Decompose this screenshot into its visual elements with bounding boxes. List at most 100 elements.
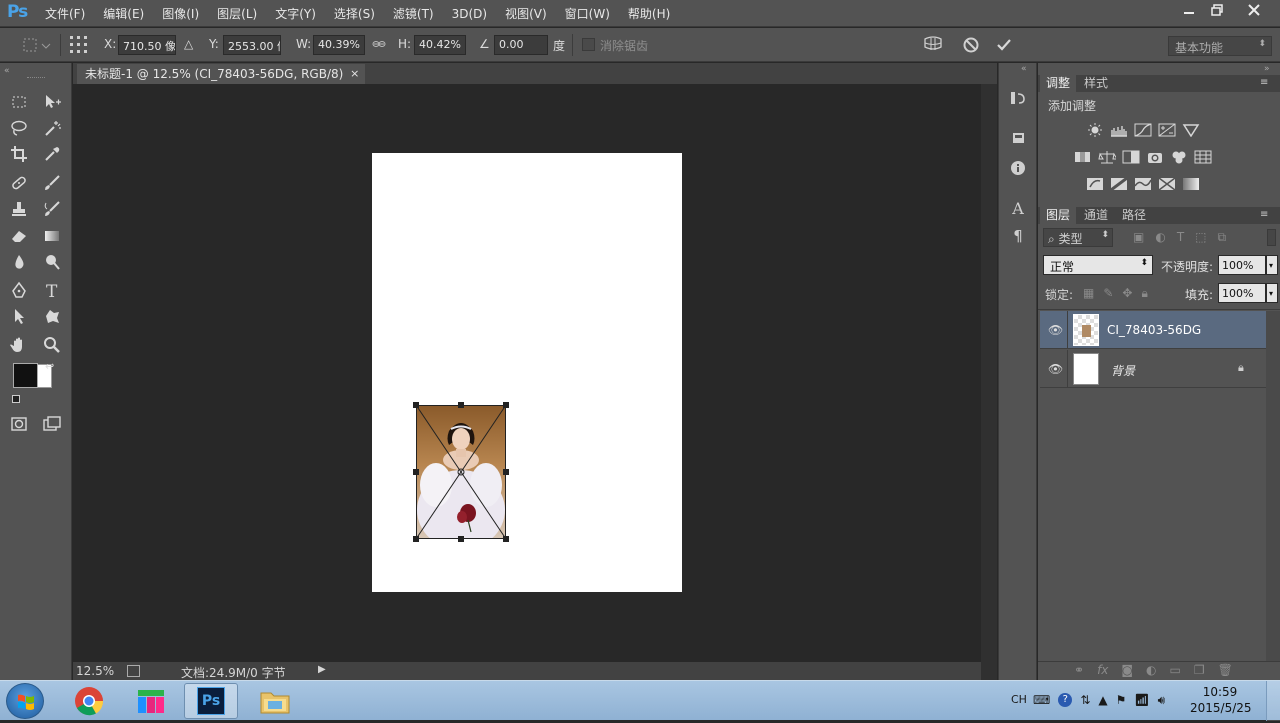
fill-field[interactable]: 100% (1218, 283, 1266, 303)
x-position-field[interactable]: 710.50 像 (118, 35, 176, 55)
brush-tool[interactable] (40, 172, 64, 194)
width-scale-field[interactable]: 40.39% (313, 35, 365, 55)
menu-layer[interactable]: 图层(L) (208, 5, 266, 22)
zoom-level[interactable]: 12.5% (76, 664, 114, 678)
color-lookup-icon[interactable] (1194, 150, 1212, 164)
new-adjustment-icon[interactable]: ◐ (1146, 663, 1156, 677)
lock-transparency-icon[interactable]: ▦ (1083, 286, 1094, 301)
tab-channels[interactable]: 通道 (1078, 207, 1114, 224)
y-position-field[interactable]: 2553.00 像 (223, 35, 281, 55)
vertical-scrollbar[interactable] (981, 84, 997, 662)
link-layers-icon[interactable]: ⚭ (1074, 663, 1084, 677)
visibility-eye-icon[interactable]: 👁︎ (1048, 362, 1063, 376)
tab-paths[interactable]: 路径 (1116, 207, 1152, 224)
link-icon[interactable] (372, 37, 386, 54)
transform-handle-right[interactable] (503, 469, 509, 475)
healing-brush-tool[interactable] (7, 172, 31, 194)
rotation-angle-field[interactable]: 0.00 (494, 35, 548, 55)
layer-name[interactable]: 背景 (1111, 362, 1135, 379)
close-tab-icon[interactable]: × (350, 64, 359, 84)
channel-mixer-icon[interactable] (1170, 150, 1188, 164)
threshold-icon[interactable] (1134, 177, 1152, 191)
taskbar-chrome[interactable] (62, 683, 116, 719)
new-layer-icon[interactable]: ❐ (1194, 663, 1205, 677)
pen-tool[interactable] (7, 279, 31, 301)
delta-icon[interactable]: △ (184, 37, 193, 51)
menu-help[interactable]: 帮助(H) (619, 5, 679, 22)
levels-icon[interactable] (1110, 123, 1128, 137)
tab-layers[interactable]: 图层 (1040, 207, 1077, 224)
photo-filter-icon[interactable] (1146, 150, 1164, 164)
marquee-tool[interactable] (7, 91, 31, 113)
lock-pixels-icon[interactable]: ✎ (1103, 286, 1113, 301)
lock-position-icon[interactable]: ✥ (1122, 286, 1132, 301)
info-panel-icon[interactable] (1008, 158, 1028, 178)
layer-row-selected[interactable]: 👁︎ CI_78403-56DG (1040, 311, 1266, 349)
lock-all-icon[interactable]: 🔒︎ (1141, 286, 1147, 301)
dodge-tool[interactable] (40, 251, 64, 273)
volume-icon[interactable]: 🔊︎ (1158, 693, 1166, 708)
3d-panel-icon[interactable] (1008, 128, 1028, 148)
transform-handle-top-left[interactable] (413, 402, 419, 408)
filter-pixel-icon[interactable]: ▣ (1133, 230, 1144, 245)
tab-adjustments[interactable]: 调整 (1040, 75, 1077, 92)
help-icon[interactable]: ? (1058, 693, 1073, 707)
black-white-icon[interactable] (1122, 150, 1140, 164)
blend-mode-select[interactable]: 正常 ⬍ (1043, 255, 1153, 275)
history-panel-icon[interactable] (1008, 88, 1028, 108)
custom-shape-tool[interactable] (40, 305, 64, 327)
transform-handle-left[interactable] (413, 469, 419, 475)
tool-preset-picker[interactable] (22, 36, 52, 54)
layers-panel-menu-icon[interactable]: ≡ (1260, 209, 1268, 220)
fill-dropdown-arrow-icon[interactable]: ▾ (1266, 283, 1278, 303)
hue-saturation-icon[interactable] (1074, 150, 1092, 164)
opacity-dropdown-arrow-icon[interactable]: ▾ (1266, 255, 1278, 275)
delete-layer-icon[interactable]: 🗑︎ (1218, 663, 1233, 677)
layer-row[interactable]: 👁︎ 背景 🔒︎ (1040, 350, 1266, 388)
vibrance-icon[interactable] (1182, 123, 1200, 137)
tab-styles[interactable]: 样式 (1078, 75, 1114, 92)
layer-name[interactable]: CI_78403-56DG (1107, 323, 1201, 337)
screen-mode-button[interactable] (40, 413, 64, 435)
menu-view[interactable]: 视图(V) (496, 5, 556, 22)
show-desktop-button[interactable] (1266, 681, 1280, 721)
curves-icon[interactable] (1134, 123, 1152, 137)
transform-handle-top[interactable] (458, 402, 464, 408)
settings-small-icon[interactable]: ⇅ (1080, 693, 1090, 708)
crop-tool[interactable] (7, 143, 31, 165)
transform-handle-bottom-right[interactable] (503, 536, 509, 542)
start-button[interactable] (6, 683, 44, 719)
menu-filter[interactable]: 滤镜(T) (384, 5, 443, 22)
ime-indicator[interactable]: CH (1011, 693, 1027, 706)
lasso-tool[interactable] (7, 117, 31, 139)
close-window-button[interactable] (1236, 0, 1272, 20)
hand-tool[interactable] (7, 334, 31, 356)
warp-toggle-button[interactable] (922, 35, 944, 55)
transform-handle-top-right[interactable] (503, 402, 509, 408)
menu-3d[interactable]: 3D(D) (443, 7, 496, 21)
filter-adjustment-icon[interactable]: ◐ (1155, 230, 1165, 245)
clone-stamp-tool[interactable] (7, 198, 31, 220)
transform-handle-bottom-left[interactable] (413, 536, 419, 542)
expand-dock-icon[interactable]: « (1021, 64, 1027, 74)
menu-select[interactable]: 选择(S) (325, 5, 384, 22)
menu-edit[interactable]: 编辑(E) (94, 5, 153, 22)
layer-filter-select[interactable]: ⌕ 类型 ⬍ (1043, 228, 1113, 247)
toolbox-grip[interactable] (27, 77, 45, 79)
collapse-arrows-icon[interactable]: « (4, 66, 10, 76)
visibility-eye-icon[interactable]: 👁︎ (1048, 323, 1063, 337)
history-brush-tool[interactable] (40, 198, 64, 220)
filter-smart-object-icon[interactable]: ⧉ (1218, 230, 1227, 245)
minimize-button[interactable] (1174, 0, 1204, 20)
zoom-tool[interactable] (40, 334, 64, 356)
export-icon[interactable] (127, 665, 140, 677)
taskbar-app[interactable] (124, 683, 178, 719)
menu-type[interactable]: 文字(Y) (266, 5, 325, 22)
menu-file[interactable]: 文件(F) (36, 5, 94, 22)
swap-colors-icon[interactable]: ↩ (45, 360, 54, 373)
status-menu-arrow-icon[interactable]: ▶ (318, 664, 326, 675)
gradient-map-icon[interactable] (1182, 177, 1200, 191)
layers-scrollbar[interactable] (1266, 311, 1280, 661)
workspace-switcher[interactable]: 基本功能 ⬍ (1168, 36, 1272, 56)
panel-menu-icon[interactable]: ≡ (1260, 77, 1268, 88)
